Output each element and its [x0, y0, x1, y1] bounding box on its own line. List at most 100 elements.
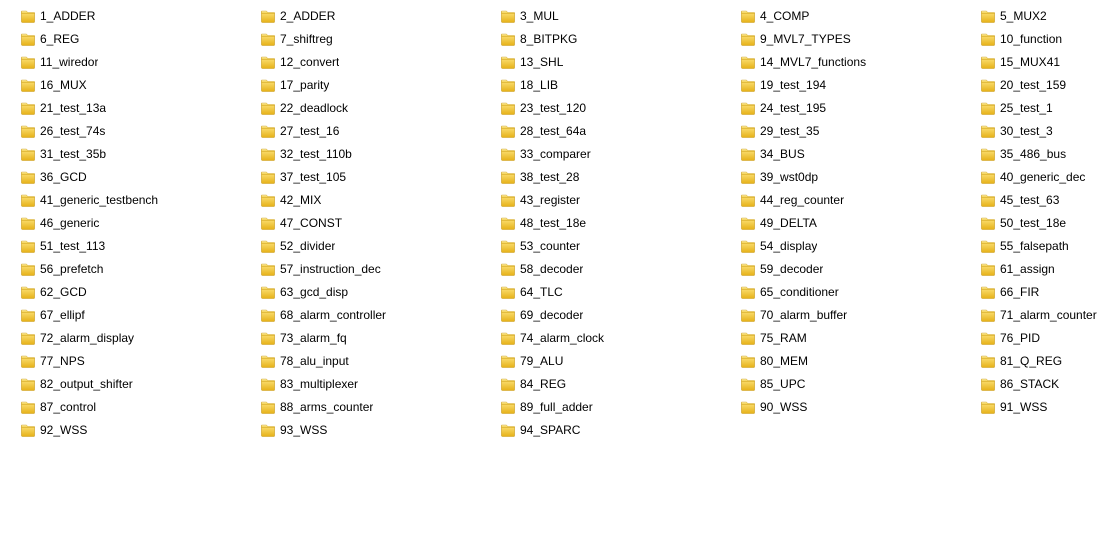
- folder-item[interactable]: 45_test_63: [980, 188, 1111, 211]
- folder-item[interactable]: 23_test_120: [500, 96, 740, 119]
- folder-item[interactable]: 38_test_28: [500, 165, 740, 188]
- folder-item[interactable]: 70_alarm_buffer: [740, 303, 980, 326]
- folder-item[interactable]: 67_ellipf: [20, 303, 260, 326]
- folder-icon: [20, 100, 36, 116]
- folder-item[interactable]: 29_test_35: [740, 119, 980, 142]
- folder-label: 8_BITPKG: [520, 31, 577, 47]
- folder-item[interactable]: 14_MVL7_functions: [740, 50, 980, 73]
- folder-item[interactable]: 52_divider: [260, 234, 500, 257]
- folder-item[interactable]: 58_decoder: [500, 257, 740, 280]
- folder-item[interactable]: 9_MVL7_TYPES: [740, 27, 980, 50]
- folder-item[interactable]: 8_BITPKG: [500, 27, 740, 50]
- folder-item[interactable]: 19_test_194: [740, 73, 980, 96]
- folder-item[interactable]: 12_convert: [260, 50, 500, 73]
- folder-item[interactable]: 74_alarm_clock: [500, 326, 740, 349]
- folder-item[interactable]: 3_MUL: [500, 4, 740, 27]
- folder-item[interactable]: 71_alarm_counter: [980, 303, 1111, 326]
- folder-item[interactable]: 77_NPS: [20, 349, 260, 372]
- folder-item[interactable]: 46_generic: [20, 211, 260, 234]
- folder-item[interactable]: 80_MEM: [740, 349, 980, 372]
- folder-icon: [260, 146, 276, 162]
- folder-item[interactable]: 44_reg_counter: [740, 188, 980, 211]
- folder-icon: [500, 77, 516, 93]
- folder-item[interactable]: 49_DELTA: [740, 211, 980, 234]
- folder-item[interactable]: 65_conditioner: [740, 280, 980, 303]
- folder-item[interactable]: 42_MIX: [260, 188, 500, 211]
- folder-item[interactable]: 50_test_18e: [980, 211, 1111, 234]
- folder-item[interactable]: 51_test_113: [20, 234, 260, 257]
- folder-item[interactable]: 37_test_105: [260, 165, 500, 188]
- folder-item[interactable]: 55_falsepath: [980, 234, 1111, 257]
- folder-item[interactable]: 89_full_adder: [500, 395, 740, 418]
- folder-item[interactable]: 82_output_shifter: [20, 372, 260, 395]
- folder-item[interactable]: 25_test_1: [980, 96, 1111, 119]
- folder-item[interactable]: 16_MUX: [20, 73, 260, 96]
- folder-item[interactable]: 84_REG: [500, 372, 740, 395]
- folder-item[interactable]: 15_MUX41: [980, 50, 1111, 73]
- folder-item[interactable]: 79_ALU: [500, 349, 740, 372]
- folder-item[interactable]: 26_test_74s: [20, 119, 260, 142]
- folder-item[interactable]: 94_SPARC: [500, 418, 740, 441]
- folder-item[interactable]: 5_MUX2: [980, 4, 1111, 27]
- folder-item[interactable]: 57_instruction_dec: [260, 257, 500, 280]
- folder-item[interactable]: 28_test_64a: [500, 119, 740, 142]
- folder-item[interactable]: 1_ADDER: [20, 4, 260, 27]
- folder-item[interactable]: 7_shiftreg: [260, 27, 500, 50]
- folder-item[interactable]: 4_COMP: [740, 4, 980, 27]
- folder-item[interactable]: 6_REG: [20, 27, 260, 50]
- folder-item[interactable]: 24_test_195: [740, 96, 980, 119]
- folder-item[interactable]: 13_SHL: [500, 50, 740, 73]
- folder-item[interactable]: 88_arms_counter: [260, 395, 500, 418]
- folder-item[interactable]: 64_TLC: [500, 280, 740, 303]
- folder-item[interactable]: 54_display: [740, 234, 980, 257]
- folder-item[interactable]: 85_UPC: [740, 372, 980, 395]
- folder-item[interactable]: 73_alarm_fq: [260, 326, 500, 349]
- folder-item[interactable]: 11_wiredor: [20, 50, 260, 73]
- folder-item[interactable]: 47_CONST: [260, 211, 500, 234]
- folder-item[interactable]: 48_test_18e: [500, 211, 740, 234]
- folder-item[interactable]: 22_deadlock: [260, 96, 500, 119]
- folder-item[interactable]: 90_WSS: [740, 395, 980, 418]
- folder-item[interactable]: 18_LIB: [500, 73, 740, 96]
- folder-item[interactable]: 93_WSS: [260, 418, 500, 441]
- folder-item[interactable]: 66_FIR: [980, 280, 1111, 303]
- folder-item[interactable]: 69_decoder: [500, 303, 740, 326]
- folder-item[interactable]: 41_generic_testbench: [20, 188, 260, 211]
- folder-item[interactable]: 68_alarm_controller: [260, 303, 500, 326]
- folder-item[interactable]: 34_BUS: [740, 142, 980, 165]
- folder-item[interactable]: 76_PID: [980, 326, 1111, 349]
- folder-item[interactable]: 83_multiplexer: [260, 372, 500, 395]
- folder-item[interactable]: 43_register: [500, 188, 740, 211]
- folder-item[interactable]: 32_test_110b: [260, 142, 500, 165]
- folder-item[interactable]: 2_ADDER: [260, 4, 500, 27]
- folder-item[interactable]: 87_control: [20, 395, 260, 418]
- folder-item[interactable]: 62_GCD: [20, 280, 260, 303]
- folder-item[interactable]: 81_Q_REG: [980, 349, 1111, 372]
- folder-item[interactable]: 59_decoder: [740, 257, 980, 280]
- folder-item[interactable]: 63_gcd_disp: [260, 280, 500, 303]
- folder-item[interactable]: 17_parity: [260, 73, 500, 96]
- folder-item[interactable]: 27_test_16: [260, 119, 500, 142]
- folder-item[interactable]: 39_wst0dp: [740, 165, 980, 188]
- folder-item[interactable]: 86_STACK: [980, 372, 1111, 395]
- folder-item[interactable]: 78_alu_input: [260, 349, 500, 372]
- folder-item[interactable]: 21_test_13a: [20, 96, 260, 119]
- folder-item[interactable]: 72_alarm_display: [20, 326, 260, 349]
- folder-item[interactable]: 31_test_35b: [20, 142, 260, 165]
- folder-item[interactable]: 56_prefetch: [20, 257, 260, 280]
- folder-item[interactable]: 36_GCD: [20, 165, 260, 188]
- folder-item[interactable]: 40_generic_dec: [980, 165, 1111, 188]
- folder-item[interactable]: 92_WSS: [20, 418, 260, 441]
- folder-label: 30_test_3: [1000, 123, 1053, 139]
- folder-item[interactable]: 10_function: [980, 27, 1111, 50]
- folder-item[interactable]: 91_WSS: [980, 395, 1111, 418]
- folder-item[interactable]: 53_counter: [500, 234, 740, 257]
- folder-item[interactable]: 61_assign: [980, 257, 1111, 280]
- folder-item[interactable]: 20_test_159: [980, 73, 1111, 96]
- folder-item[interactable]: 75_RAM: [740, 326, 980, 349]
- folder-item[interactable]: 30_test_3: [980, 119, 1111, 142]
- folder-icon: [20, 284, 36, 300]
- folder-label: 50_test_18e: [1000, 215, 1066, 231]
- folder-item[interactable]: 33_comparer: [500, 142, 740, 165]
- folder-item[interactable]: 35_486_bus: [980, 142, 1111, 165]
